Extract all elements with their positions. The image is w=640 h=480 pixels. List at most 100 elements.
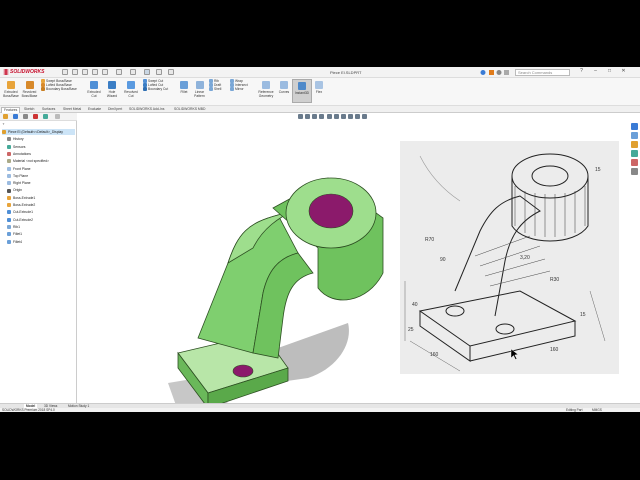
origin-icon xyxy=(7,188,11,193)
extruded-boss-label2: Boss/Base xyxy=(3,94,19,98)
custom-properties-icon[interactable] xyxy=(631,168,638,175)
instant3d-button[interactable]: Instant3D xyxy=(292,79,312,103)
fillet-button[interactable]: Fillet xyxy=(178,81,190,94)
close-button[interactable]: ✕ xyxy=(620,68,627,76)
feature-tree-filter[interactable]: ▼ xyxy=(0,122,77,126)
tab-sheet-metal[interactable]: Sheet Metal xyxy=(61,107,83,112)
dimension-label: 160 xyxy=(430,352,439,358)
view-settings-icon[interactable] xyxy=(362,114,368,119)
revolved-boss-button[interactable]: Revolved Boss/Base xyxy=(21,81,38,98)
graphics-area[interactable]: 15 3,20 R30 90 R70 40 25 160 160 15 xyxy=(78,113,628,411)
appearances-icon[interactable] xyxy=(631,159,638,166)
home-icon[interactable] xyxy=(72,69,78,75)
previous-view-icon[interactable] xyxy=(312,114,318,119)
extruded-boss-button[interactable]: Extruded Boss/Base xyxy=(3,81,19,98)
tree-item[interactable]: Cut-Extrude2 xyxy=(2,217,33,223)
linear-pattern-button[interactable]: Linear Pattern xyxy=(192,81,207,98)
dimxpert-manager-tab-icon[interactable] xyxy=(33,114,38,119)
tree-item[interactable]: Piece El (Default<<Default>_Display xyxy=(2,129,75,135)
boundary-boss-button[interactable]: Boundary Boss/Base xyxy=(41,87,77,92)
dimension-label: 25 xyxy=(408,327,414,333)
tree-item[interactable]: History xyxy=(2,136,24,142)
zoom-area-icon[interactable] xyxy=(305,114,311,119)
linear-pattern-icon xyxy=(195,81,204,89)
unit-system-selector[interactable]: MMGS xyxy=(592,408,602,412)
view-palette-icon[interactable] xyxy=(631,150,638,157)
open-file-icon[interactable] xyxy=(92,69,98,75)
print-icon[interactable] xyxy=(116,69,122,75)
dimension-label: 90 xyxy=(440,257,446,263)
shell-button[interactable]: Shell xyxy=(209,87,221,92)
tree-item[interactable]: Boss-Extrude1 xyxy=(2,195,35,201)
tree-item[interactable]: Fillet4 xyxy=(2,239,22,245)
revolved-cut-button[interactable]: Revolved Cut xyxy=(122,81,140,98)
tree-item-label: Rib1 xyxy=(13,224,20,229)
tree-item[interactable]: Top Plane xyxy=(2,173,28,179)
tree-item[interactable]: Cut-Extrude1 xyxy=(2,209,33,215)
tab-solidworks-mbd[interactable]: SOLIDWORKS MBD xyxy=(172,107,207,112)
boundary-cut-button[interactable]: Boundary Cut xyxy=(143,87,168,92)
help-button[interactable]: ? xyxy=(578,68,585,76)
tree-item[interactable]: Annotations xyxy=(2,151,31,157)
extruded-cut-button[interactable]: Extruded Cut xyxy=(86,81,102,98)
tree-item[interactable]: Front Plane xyxy=(2,166,31,172)
design-library-icon[interactable] xyxy=(631,132,638,139)
document-title: Piece El.SLDPRT xyxy=(330,70,362,75)
rebuild-icon[interactable] xyxy=(156,69,162,75)
tab-surfaces[interactable]: Surfaces xyxy=(40,107,57,112)
tree-item-label: Fillet4 xyxy=(13,239,23,244)
tab-dimxpert[interactable]: DimXpert xyxy=(106,107,124,112)
tree-item-label: Boss-Extrude2 xyxy=(13,203,36,207)
curves-button[interactable]: Curves xyxy=(277,81,291,94)
mirror-label: Mirror xyxy=(235,87,244,92)
solidworks-resources-icon[interactable] xyxy=(631,123,638,130)
tree-item-label: Right Plane xyxy=(13,181,31,186)
tree-item[interactable]: Origin xyxy=(2,187,22,193)
view-orientation-icon[interactable] xyxy=(326,114,332,119)
tree-item[interactable]: Material <not specified> xyxy=(2,158,49,164)
hole-wizard-button[interactable]: Hole Wizard xyxy=(104,81,120,98)
feature-column-4: Wrap Intersect Mirror xyxy=(230,79,248,92)
flex-button[interactable]: Flex xyxy=(313,81,325,94)
title-bar: SOLIDWORKS Piece El.SLDPRT Search Comman… xyxy=(0,67,640,78)
mirror-button[interactable]: Mirror xyxy=(230,87,248,92)
options-icon[interactable] xyxy=(168,69,174,75)
dimension-label: 160 xyxy=(550,347,559,353)
tree-item[interactable]: Rib1 xyxy=(2,224,20,230)
section-view-icon[interactable] xyxy=(319,114,325,119)
reference-geometry-button[interactable]: Reference Geometry xyxy=(256,81,276,98)
new-file-icon[interactable] xyxy=(82,69,88,75)
edit-appearance-icon[interactable] xyxy=(347,114,353,119)
save-icon[interactable] xyxy=(102,69,108,75)
menu-arrow-icon[interactable] xyxy=(62,69,68,75)
dimension-label: R30 xyxy=(550,277,559,283)
hide-show-items-icon[interactable] xyxy=(340,114,346,119)
select-icon[interactable] xyxy=(144,69,150,75)
property-manager-tab-icon[interactable] xyxy=(13,114,18,119)
tab-sketch[interactable]: Sketch xyxy=(22,107,36,112)
fillet-icon xyxy=(7,239,11,244)
feature-tree-tab-icon[interactable] xyxy=(3,114,8,119)
undo-icon[interactable] xyxy=(130,69,136,75)
tree-item[interactable]: Fillet1 xyxy=(2,231,22,237)
maximize-button[interactable]: □ xyxy=(606,68,613,76)
boss-feature-column: Swept Boss/Base Lofted Boss/Base Boundar… xyxy=(41,79,77,92)
search-commands-placeholder: Search Commands xyxy=(518,70,553,75)
apply-scene-icon[interactable] xyxy=(355,114,360,119)
tab-evaluate[interactable]: Evaluate xyxy=(86,107,103,112)
tree-item[interactable]: Right Plane xyxy=(2,180,31,186)
search-commands-input[interactable]: Search Commands xyxy=(515,69,570,76)
tree-item[interactable]: Sensors xyxy=(2,144,25,150)
panel-arrow-icon[interactable] xyxy=(55,114,60,119)
display-style-icon[interactable] xyxy=(333,114,339,119)
3d-part-model[interactable] xyxy=(168,153,408,412)
file-explorer-icon[interactable] xyxy=(631,141,638,148)
reference-drawing-image: 15 3,20 R30 90 R70 40 25 160 160 15 xyxy=(400,141,619,374)
display-manager-tab-icon[interactable] xyxy=(43,114,48,119)
minimize-button[interactable]: – xyxy=(592,68,599,76)
tab-solidworks-addins[interactable]: SOLIDWORKS Add-Ins xyxy=(127,107,166,112)
heads-up-view-toolbar xyxy=(298,114,368,120)
configuration-manager-tab-icon[interactable] xyxy=(23,114,28,119)
zoom-to-fit-icon[interactable] xyxy=(298,114,303,119)
tree-item[interactable]: Boss-Extrude2 xyxy=(2,202,35,208)
